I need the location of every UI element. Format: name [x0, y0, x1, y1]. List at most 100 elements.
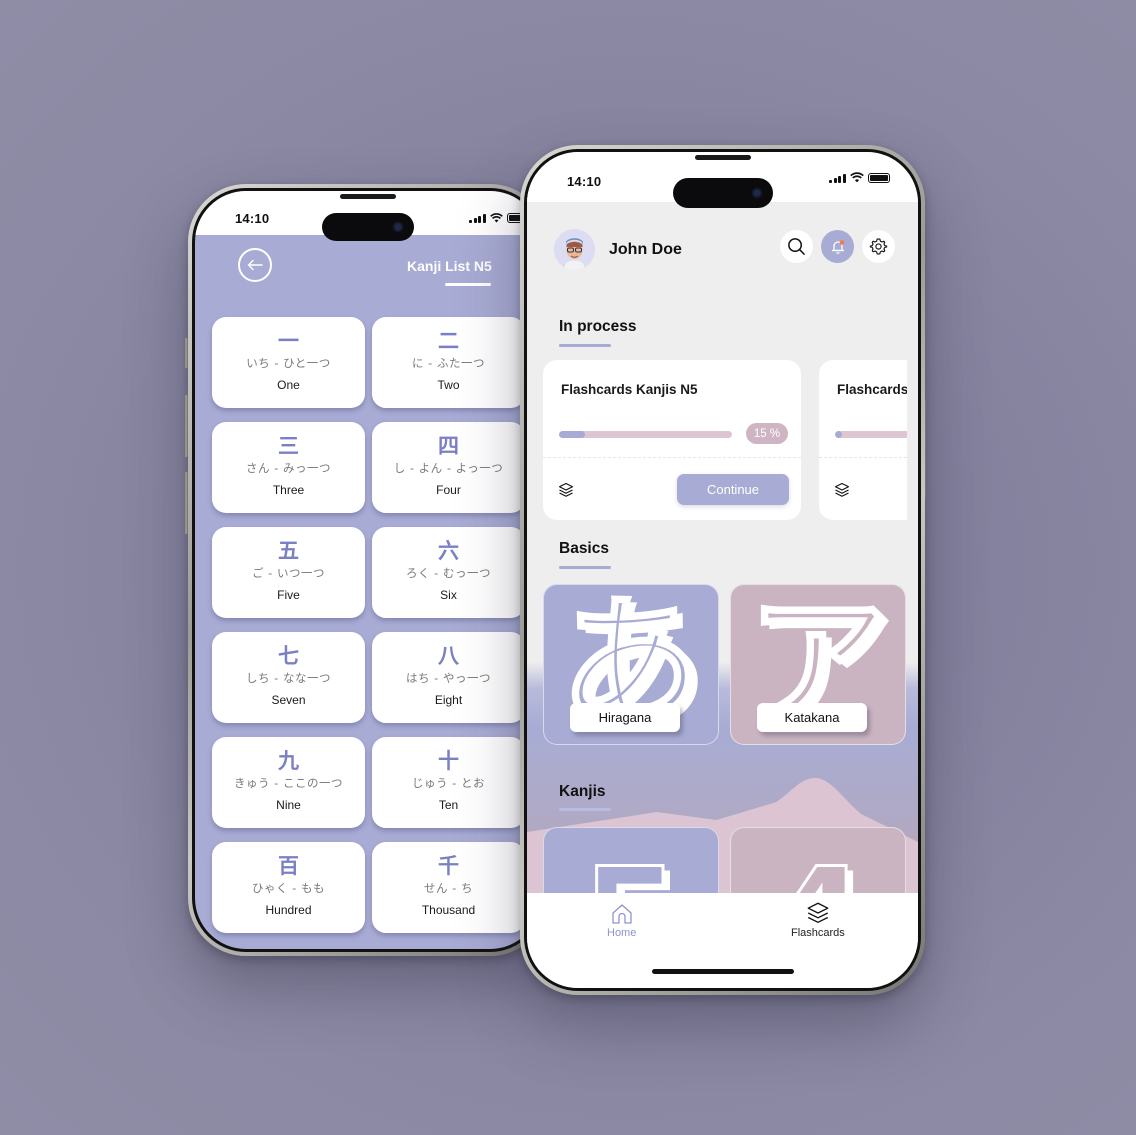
stack-icon [558, 482, 574, 497]
notifications-button[interactable] [821, 230, 854, 263]
kanji-char: 三 [278, 434, 299, 458]
kanji-card-five[interactable]: 五 ご - いつ一つ Five [212, 527, 365, 618]
nav-home[interactable]: Home [607, 903, 636, 939]
wifi-icon [489, 213, 503, 223]
kanji-reading: ろく - むっ一つ [406, 566, 491, 580]
kanji-meaning: One [277, 378, 300, 392]
stack-icon [807, 902, 829, 923]
home-screen: 14:10 John Doe In process Flashcards Kan… [527, 152, 918, 988]
kanji-reading: に - ふた一つ [412, 356, 485, 370]
home-icon [612, 904, 632, 924]
bell-icon [831, 239, 844, 254]
section-underline [559, 344, 611, 347]
progress-badge: 15 % [746, 423, 788, 444]
kanji-card-nine[interactable]: 九 きゅう - ここの一つ Nine [212, 737, 365, 828]
settings-button[interactable] [862, 230, 895, 263]
section-title-in-process: In process [559, 318, 637, 335]
card-divider [819, 457, 918, 458]
progress-card-title: Flashcards Kanjis N5 [561, 382, 698, 397]
kanji-char: 九 [278, 749, 299, 773]
status-time: 14:10 [567, 174, 602, 189]
signal-icon [829, 173, 846, 183]
kanji-card-one[interactable]: 一 いち - ひと一つ One [212, 317, 365, 408]
kanji-char: 六 [438, 539, 459, 563]
nav-label: Flashcards [791, 927, 845, 939]
card-divider [543, 457, 801, 458]
nav-label: Home [607, 927, 637, 939]
section-title-kanjis: Kanjis [559, 783, 606, 800]
kanji-reading: いち - ひと一つ [246, 356, 331, 370]
arrow-left-icon [247, 259, 263, 271]
kanji-reading: じゅう - とお [412, 776, 485, 790]
gear-icon [869, 238, 888, 255]
kanji-reading: きゅう - ここの一つ [234, 776, 343, 790]
kanji-card-seven[interactable]: 七 しち - なな一つ Seven [212, 632, 365, 723]
kanji-card-six[interactable]: 六 ろく - むっ一つ Six [372, 527, 525, 618]
phone-left: 14:10 Kanji List N5 一 いち - ひと一つ One 二 に … [188, 184, 548, 956]
tile-hiragana[interactable]: あ Hiragana [543, 584, 719, 745]
kanji-meaning: Hundred [265, 903, 312, 917]
back-button[interactable] [238, 248, 272, 282]
kanji-card-four[interactable]: 四 し - よん - よっ一つ Four [372, 422, 525, 513]
kanji-char: 十 [438, 749, 459, 773]
user-avatar-icon [554, 229, 595, 270]
kanji-meaning: Three [272, 483, 305, 497]
progress-card-title: Flashcards Kanjis N4 [837, 382, 918, 397]
kanji-card-three[interactable]: 三 さん - みっ一つ Three [212, 422, 365, 513]
status-time: 14:10 [235, 211, 270, 226]
kanji-card-eight[interactable]: 八 はち - やっ一つ Eight [372, 632, 525, 723]
kanji-char: 八 [438, 644, 459, 668]
wifi-icon [849, 172, 864, 183]
kanji-meaning: Four [436, 483, 461, 497]
progress-card[interactable]: Flashcards Kanjis N5 15 % Continue [543, 360, 801, 520]
kanji-meaning: Five [277, 588, 300, 602]
dynamic-island [322, 213, 414, 241]
kanji-reading: せん - ち [424, 881, 473, 895]
progress-card[interactable]: Flashcards Kanjis N4 [819, 360, 918, 520]
dynamic-island [672, 178, 773, 208]
home-indicator [651, 969, 794, 974]
kanji-meaning: Seven [271, 693, 306, 707]
user-name: John Doe [609, 241, 682, 258]
section-underline [559, 808, 611, 811]
avatar[interactable] [554, 229, 595, 270]
carousel-edge-mask [907, 352, 918, 532]
nav-flashcards[interactable]: Flashcards [791, 901, 845, 939]
kanji-card-ten[interactable]: 十 じゅう - とお Ten [372, 737, 525, 828]
kanji-reading: さん - みっ一つ [246, 461, 331, 475]
status-icons [829, 172, 890, 183]
kanji-char: 一 [278, 329, 299, 353]
progress-bar [559, 431, 732, 438]
tile-katakana[interactable]: ア Katakana [730, 584, 906, 745]
kanji-reading: はち - やっ一つ [406, 671, 491, 685]
kanji-grid: 一 いち - ひと一つ One 二 に - ふた一つ Two 三 さん - みっ… [212, 317, 525, 933]
kanji-meaning: Nine [276, 798, 301, 812]
kanji-reading: ご - いつ一つ [252, 566, 325, 580]
progress-fill [835, 431, 842, 438]
kanji-card-hundred[interactable]: 百 ひゃく - もも Hundred [212, 842, 365, 933]
kanji-reading: し - よん - よっ一つ [393, 461, 504, 475]
search-icon [788, 238, 805, 255]
speaker [694, 155, 751, 160]
page-title: Kanji List N5 [407, 258, 492, 274]
kanji-card-thousand[interactable]: 千 せん - ち Thousand [372, 842, 525, 933]
kanji-meaning: Two [437, 378, 460, 392]
kanji-meaning: Ten [438, 798, 459, 812]
kanji-reading: ひゃく - もも [252, 881, 325, 895]
bottom-nav: Home Flashcards [527, 893, 918, 988]
kanji-meaning: Eight [434, 693, 463, 707]
search-button[interactable] [780, 230, 813, 263]
kanji-char: 千 [438, 854, 459, 878]
kanji-card-two[interactable]: 二 に - ふた一つ Two [372, 317, 525, 408]
kanji-meaning: Six [440, 588, 457, 602]
tile-label: Katakana [757, 703, 867, 732]
continue-button[interactable]: Continue [677, 474, 789, 505]
phone-right: 14:10 John Doe In process Flashcards Kan… [520, 145, 925, 995]
stack-icon [834, 482, 850, 497]
progress-fill [559, 431, 585, 438]
kanji-char: 五 [278, 539, 299, 563]
kanji-char: 七 [278, 644, 299, 668]
section-title-basics: Basics [559, 540, 609, 557]
kanji-list-screen: 14:10 Kanji List N5 一 いち - ひと一つ One 二 に … [195, 191, 541, 949]
kanji-char: 百 [278, 854, 299, 878]
